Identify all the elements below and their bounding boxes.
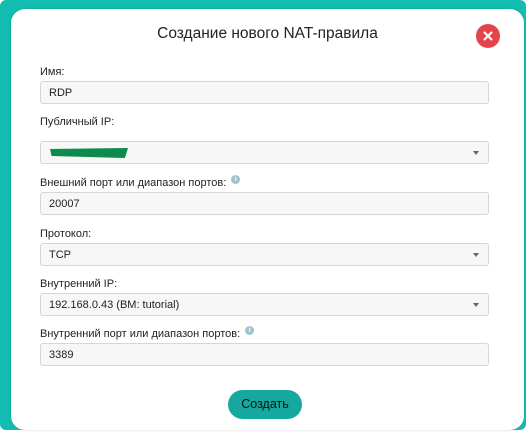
info-icon[interactable]: i [231, 174, 241, 184]
name-label: Имя: [40, 66, 64, 78]
close-icon [483, 31, 493, 41]
internal-port-label: Внутренний порт или диапазон портов: i [40, 325, 255, 340]
create-button[interactable]: Создать [228, 390, 302, 419]
internal-ip-label-text: Внутренний IP: [40, 278, 118, 290]
nat-rule-dialog: Создание нового NAT-правила Имя: RDP Пуб… [11, 9, 524, 430]
external-port-label-text: Внешний порт или диапазон портов: [40, 177, 227, 189]
external-port-input[interactable]: 20007 [40, 192, 489, 215]
internal-port-label-text: Внутренний порт или диапазон портов: [40, 328, 241, 340]
redacted-mark [50, 148, 128, 158]
dialog-title: Создание нового NAT-правила [157, 25, 378, 42]
public-ip-label-text: Публичный IP: [40, 116, 115, 128]
chevron-down-icon [473, 151, 479, 155]
external-port-value: 20007 [49, 197, 80, 210]
protocol-label: Протокол: [40, 228, 91, 240]
name-label-text: Имя: [40, 66, 65, 78]
internal-ip-value: 192.168.0.43 (ВМ: tutorial) [49, 298, 180, 311]
name-value: RDP [49, 86, 73, 99]
internal-port-value: 3389 [49, 348, 74, 361]
internal-ip-label: Внутренний IP: [40, 278, 117, 290]
chevron-down-icon [473, 253, 479, 257]
internal-ip-select[interactable]: 192.168.0.43 (ВМ: tutorial) [40, 293, 489, 316]
internal-port-input[interactable]: 3389 [40, 343, 489, 366]
chevron-down-icon [473, 303, 479, 307]
public-ip-select[interactable] [40, 141, 489, 164]
protocol-label-text: Протокол: [40, 228, 92, 240]
protocol-select[interactable]: TCP [40, 243, 489, 266]
name-input[interactable]: RDP [40, 81, 489, 104]
protocol-value: TCP [49, 248, 71, 261]
close-button[interactable] [476, 24, 500, 48]
info-icon[interactable]: i [245, 325, 255, 335]
external-port-label: Внешний порт или диапазон портов: i [40, 174, 241, 189]
public-ip-label: Публичный IP: [40, 116, 114, 128]
